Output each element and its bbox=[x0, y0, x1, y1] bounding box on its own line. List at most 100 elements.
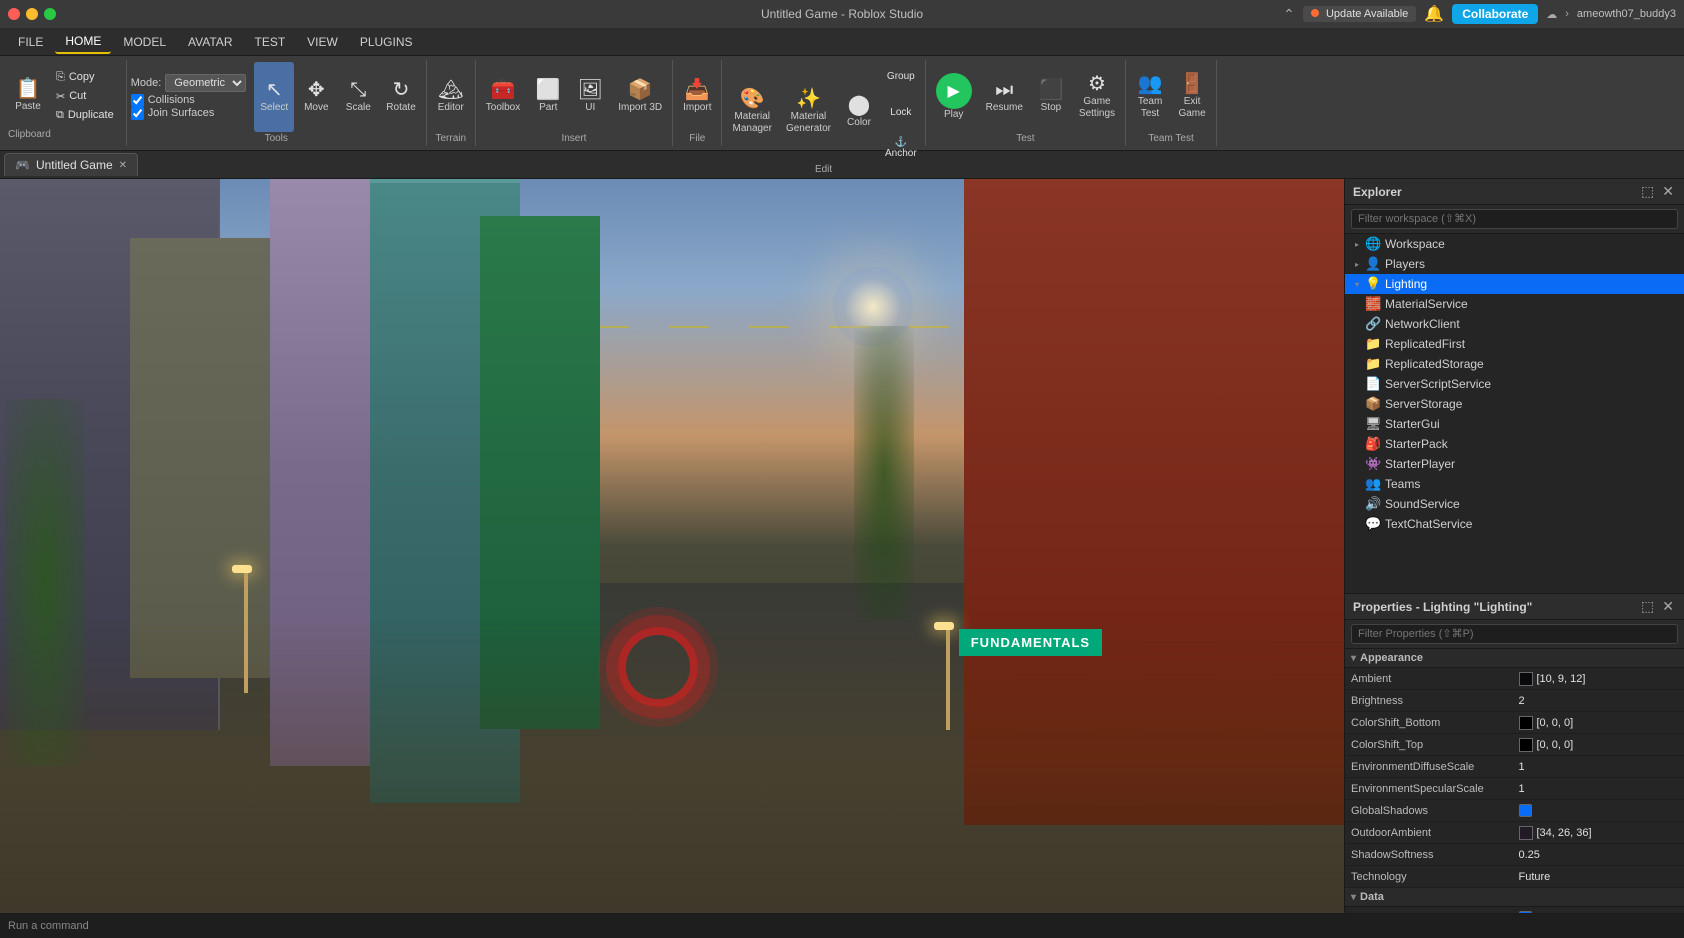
tree-expand-starterpack bbox=[1349, 440, 1365, 449]
explorer-expand-button[interactable]: ⬚ bbox=[1639, 183, 1656, 200]
prop-swatch-ambient[interactable] bbox=[1519, 672, 1533, 686]
tree-item-serverstorage[interactable]: 📦 ServerStorage bbox=[1345, 394, 1684, 414]
collaborate-button[interactable]: Collaborate bbox=[1452, 4, 1538, 24]
tree-item-players[interactable]: ▸ 👤 Players bbox=[1345, 254, 1684, 274]
explorer-close-button[interactable]: ✕ bbox=[1660, 183, 1676, 200]
close-button[interactable] bbox=[8, 8, 20, 20]
menu-home[interactable]: HOME bbox=[55, 30, 111, 54]
import3d-button[interactable]: 📦 Import 3D bbox=[612, 62, 668, 132]
bell-icon[interactable]: 🔔 bbox=[1424, 4, 1444, 24]
prop-name-colorshift_bottom: ColorShift_Bottom bbox=[1351, 717, 1519, 729]
team-test-button[interactable]: 👥 TeamTest bbox=[1130, 62, 1170, 132]
prop-row-colorshift-top[interactable]: ColorShift_Top [0, 0, 0] bbox=[1345, 734, 1684, 756]
ui-button[interactable]: 🖼 UI bbox=[570, 62, 610, 132]
prop-row-environmentdiffusescale[interactable]: EnvironmentDiffuseScale 1 bbox=[1345, 756, 1684, 778]
update-badge[interactable]: Update Available bbox=[1303, 6, 1416, 22]
tab-close-button[interactable]: ✕ bbox=[119, 160, 127, 171]
properties-expand-button[interactable]: ⬚ bbox=[1639, 598, 1656, 615]
resume-button[interactable]: ⏭ Resume bbox=[980, 62, 1029, 132]
tree-item-serverscriptservice[interactable]: 📄 ServerScriptService bbox=[1345, 374, 1684, 394]
properties-filter-input[interactable] bbox=[1351, 624, 1678, 644]
prop-row-colorshift-bottom[interactable]: ColorShift_Bottom [0, 0, 0] bbox=[1345, 712, 1684, 734]
color-button[interactable]: ⬤ Color bbox=[839, 77, 879, 147]
tree-item-materialservice[interactable]: 🧱 MaterialService bbox=[1345, 294, 1684, 314]
prop-section-data[interactable]: ▾Data bbox=[1345, 888, 1684, 907]
copy-button[interactable]: ⎘ Copy bbox=[52, 69, 118, 86]
menu-model[interactable]: MODEL bbox=[113, 31, 176, 53]
menu-file[interactable]: FILE bbox=[8, 31, 53, 53]
import-button[interactable]: 📥 Import bbox=[677, 62, 717, 132]
prop-name-archivable: Archivable bbox=[1351, 912, 1519, 914]
prop-row-technology[interactable]: Technology Future bbox=[1345, 866, 1684, 888]
prop-swatch-outdoorambient[interactable] bbox=[1519, 826, 1533, 840]
maximize-button[interactable] bbox=[44, 8, 56, 20]
tree-expand-players[interactable]: ▸ bbox=[1349, 260, 1365, 269]
prop-row-ambient[interactable]: Ambient [10, 9, 12] bbox=[1345, 668, 1684, 690]
prop-row-brightness[interactable]: Brightness 2 bbox=[1345, 690, 1684, 712]
part-button[interactable]: ⬜ Part bbox=[528, 62, 568, 132]
menu-plugins[interactable]: PLUGINS bbox=[350, 31, 423, 53]
play-button[interactable]: ▶ Play bbox=[930, 62, 978, 132]
tree-item-networkclient[interactable]: 🔗 NetworkClient bbox=[1345, 314, 1684, 334]
prop-swatch-colorshift_bottom[interactable] bbox=[1519, 716, 1533, 730]
prop-row-environmentspecularscale[interactable]: EnvironmentSpecularScale 1 bbox=[1345, 778, 1684, 800]
select-button[interactable]: ↖ Select bbox=[254, 62, 294, 132]
prop-section-appearance[interactable]: ▾Appearance bbox=[1345, 649, 1684, 668]
stop-button[interactable]: ⬛ Stop bbox=[1031, 62, 1071, 132]
paste-button[interactable]: 📋 Paste bbox=[8, 64, 48, 128]
duplicate-button[interactable]: ⧉ Duplicate bbox=[52, 107, 118, 124]
prop-checkbox-archivable[interactable] bbox=[1519, 911, 1532, 913]
tree-item-workspace[interactable]: ▸ 🌐 Workspace bbox=[1345, 234, 1684, 254]
lock-button[interactable]: Lock bbox=[881, 96, 921, 128]
game-settings-button[interactable]: ⚙ GameSettings bbox=[1073, 62, 1121, 132]
prop-value-shadowsoftness: 0.25 bbox=[1519, 849, 1540, 861]
rotate-button[interactable]: ↻ Rotate bbox=[380, 62, 421, 132]
prop-checkbox-globalshadows[interactable] bbox=[1519, 804, 1532, 817]
tree-item-replicatedfirst[interactable]: 📁 ReplicatedFirst bbox=[1345, 334, 1684, 354]
scale-button[interactable]: ⤡ Scale bbox=[338, 62, 378, 132]
prop-row-outdoorambient[interactable]: OutdoorAmbient [34, 26, 36] bbox=[1345, 822, 1684, 844]
prop-value-container-environmentspecularscale: 1 bbox=[1519, 783, 1679, 795]
tree-expand-lighting[interactable]: ▾ bbox=[1349, 280, 1365, 289]
prop-row-archivable[interactable]: Archivable bbox=[1345, 907, 1684, 913]
tree-item-replicatedstorage[interactable]: 📁 ReplicatedStorage bbox=[1345, 354, 1684, 374]
prop-value-container-globalshadows bbox=[1519, 804, 1679, 817]
tree-expand-starterplayer bbox=[1349, 460, 1365, 469]
tree-item-soundservice[interactable]: 🔊 SoundService bbox=[1345, 494, 1684, 514]
minimize-button[interactable] bbox=[26, 8, 38, 20]
tree-item-lighting[interactable]: ▾ 💡 Lighting bbox=[1345, 274, 1684, 294]
prop-swatch-colorshift_top[interactable] bbox=[1519, 738, 1533, 752]
move-button[interactable]: ✥ Move bbox=[296, 62, 336, 132]
tree-item-textchatservice[interactable]: 💬 TextChatService bbox=[1345, 514, 1684, 534]
exit-game-button[interactable]: 🚪 ExitGame bbox=[1172, 62, 1212, 132]
material-manager-button[interactable]: 🎨 MaterialManager bbox=[726, 77, 777, 147]
group-button[interactable]: Group bbox=[881, 60, 921, 92]
toolbox-button[interactable]: 🧰 Toolbox bbox=[480, 62, 526, 132]
editor-button[interactable]: 🏔 Editor bbox=[431, 62, 471, 132]
tree-item-startergui[interactable]: 🖥 StarterGui bbox=[1345, 414, 1684, 434]
expand-icon[interactable]: ⌃ bbox=[1283, 6, 1295, 23]
tree-item-teams[interactable]: 👥 Teams bbox=[1345, 474, 1684, 494]
select-label: Select bbox=[260, 102, 288, 114]
menu-test[interactable]: TEST bbox=[244, 31, 295, 53]
chevron-icon[interactable]: › bbox=[1565, 8, 1569, 20]
menu-view[interactable]: VIEW bbox=[297, 31, 348, 53]
menu-avatar[interactable]: AVATAR bbox=[178, 31, 242, 53]
prop-row-shadowsoftness[interactable]: ShadowSoftness 0.25 bbox=[1345, 844, 1684, 866]
cut-button[interactable]: ✂ Cut bbox=[52, 88, 118, 105]
tree-item-starterpack[interactable]: 🎒 StarterPack bbox=[1345, 434, 1684, 454]
join-surfaces-checkbox[interactable] bbox=[131, 107, 144, 120]
tree-expand-workspace[interactable]: ▸ bbox=[1349, 240, 1365, 249]
material-generator-button[interactable]: ✨ MaterialGenerator bbox=[780, 77, 837, 147]
explorer-filter-input[interactable] bbox=[1351, 209, 1678, 229]
collisions-checkbox[interactable] bbox=[131, 94, 144, 107]
tab-untitled-game[interactable]: 🎮 Untitled Game ✕ bbox=[4, 153, 138, 176]
properties-close-button[interactable]: ✕ bbox=[1660, 598, 1676, 615]
mode-dropdown[interactable]: Geometric bbox=[165, 74, 246, 92]
anchor-button[interactable]: ⚓ Anchor bbox=[881, 132, 921, 164]
test-label: Test bbox=[1016, 133, 1034, 146]
prop-value-colorshift_top: [0, 0, 0] bbox=[1537, 739, 1574, 751]
tree-item-starterplayer[interactable]: 👾 StarterPlayer bbox=[1345, 454, 1684, 474]
viewport[interactable]: FUNDAMENTALS bbox=[0, 179, 1344, 913]
prop-row-globalshadows[interactable]: GlobalShadows bbox=[1345, 800, 1684, 822]
